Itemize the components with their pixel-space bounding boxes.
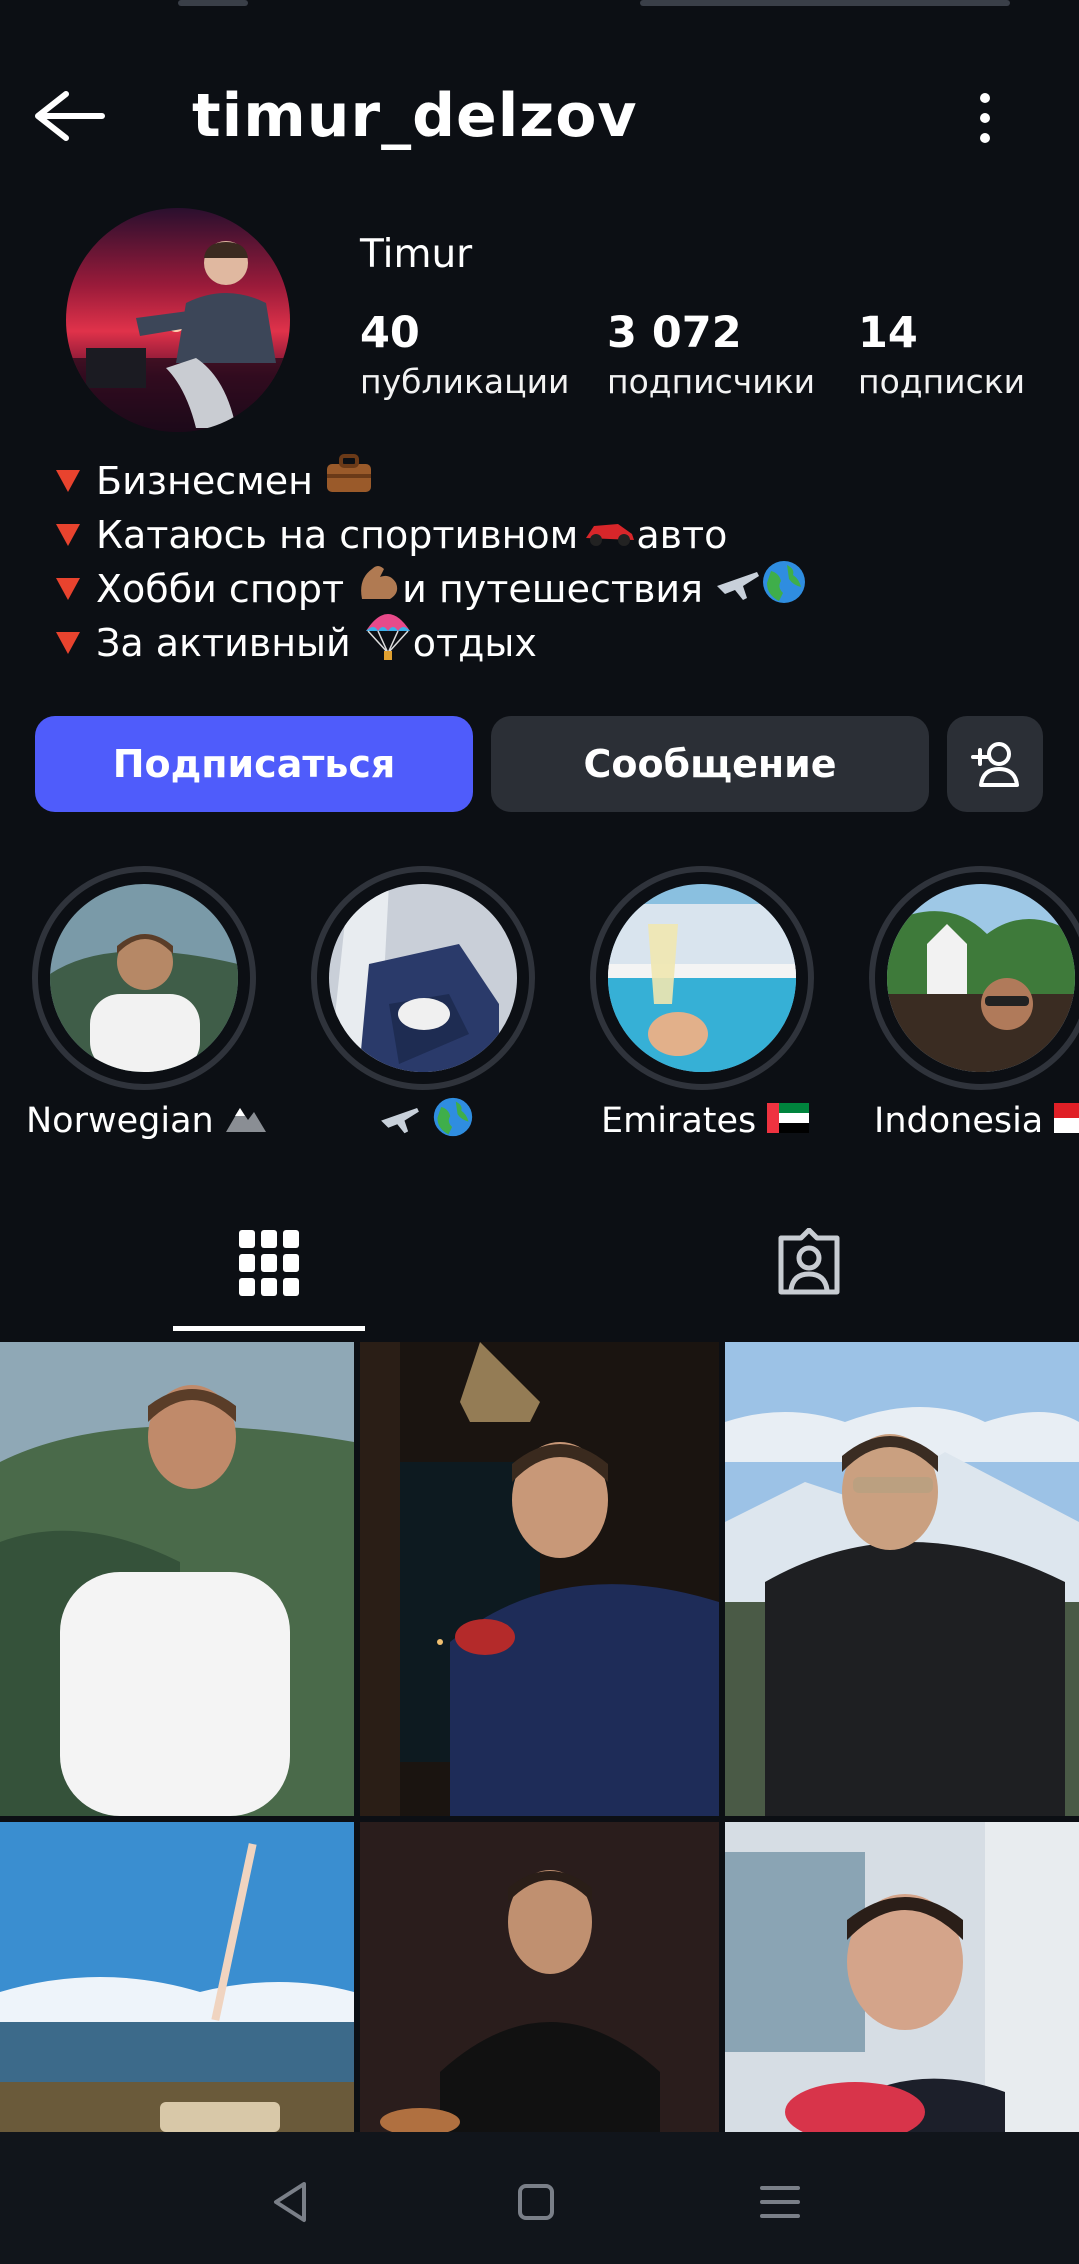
highlight-norwegian[interactable]: [32, 866, 256, 1096]
active-tab-indicator: [173, 1326, 365, 1331]
arrow-left-icon: [35, 91, 105, 141]
highlight-emirates[interactable]: [590, 866, 814, 1096]
post-thumbnail[interactable]: [0, 1822, 354, 2132]
post-thumbnail[interactable]: [360, 1822, 719, 2132]
profile-avatar[interactable]: [66, 208, 290, 432]
bio-line: Хобби спорт и путешествия: [56, 559, 807, 619]
stat-following-count: 14: [858, 308, 918, 358]
tab-posts-grid[interactable]: [173, 1200, 365, 1330]
highlight-label-indonesia: Indonesia: [874, 1096, 1079, 1147]
highlight-indonesia[interactable]: [869, 866, 1079, 1096]
square-home-icon: [518, 2184, 554, 2220]
more-vertical-icon: [980, 93, 990, 143]
post-thumbnail[interactable]: [0, 1342, 354, 1816]
stat-followers-label: подписчики: [607, 362, 816, 401]
red-triangle-icon: [56, 470, 80, 492]
stat-posts-count: 40: [360, 308, 420, 358]
stat-posts-label: публикации: [360, 362, 570, 401]
airplane-icon: [715, 562, 761, 616]
stat-followers[interactable]: 3 072 подписчики: [607, 306, 815, 404]
stat-followers-count: 3 072: [607, 308, 742, 358]
highlight-cover: [608, 884, 796, 1072]
stat-following[interactable]: 14 подписки: [858, 306, 1025, 404]
grid-icon: [239, 1230, 299, 1296]
highlight-cover: [329, 884, 517, 1072]
post-thumbnail[interactable]: [725, 1342, 1079, 1816]
nav-home-button[interactable]: [506, 2172, 566, 2232]
profile-header: timur_delzov: [0, 60, 1079, 170]
bio-text: Бизнесмен: [96, 459, 313, 503]
globe-icon: [432, 1096, 474, 1152]
stat-posts[interactable]: 40 публикации: [360, 306, 570, 404]
airplane-icon: [379, 1099, 421, 1149]
system-nav-bar: [0, 2132, 1079, 2264]
tab-tagged[interactable]: [713, 1200, 905, 1330]
highlight-cover: [887, 884, 1075, 1072]
posts-grid: [0, 1342, 1079, 2132]
add-person-icon: [971, 742, 1019, 787]
bio-text: отдых: [412, 621, 537, 665]
bio-text: За активный: [96, 621, 351, 665]
triangle-back-icon: [274, 2182, 306, 2222]
back-button[interactable]: [30, 88, 110, 144]
message-button[interactable]: Сообщение: [491, 716, 929, 812]
highlight-travel[interactable]: [311, 866, 535, 1096]
red-triangle-icon: [56, 578, 80, 600]
tagged-person-icon: [778, 1228, 840, 1295]
follow-button[interactable]: Подписаться: [35, 716, 473, 812]
globe-icon: [761, 559, 807, 619]
suggest-users-button[interactable]: [947, 716, 1043, 812]
profile-display-name: Timur: [360, 232, 473, 277]
profile-bio: Бизнесмен Катаюсь на спортивном авто Хоб…: [56, 454, 807, 670]
bio-text: Хобби спорт: [96, 567, 345, 611]
red-triangle-icon: [56, 524, 80, 546]
menu-lines-icon: [760, 2186, 800, 2218]
bio-text: Катаюсь на спортивном: [96, 513, 579, 557]
post-thumbnail[interactable]: [725, 1822, 1079, 2132]
mountain-icon: [225, 1097, 267, 1147]
indonesia-flag-icon: [1054, 1097, 1079, 1147]
status-bar: [0, 0, 1079, 40]
race-car-icon: [584, 508, 636, 562]
bio-text: и путешествия: [402, 567, 703, 611]
red-triangle-icon: [56, 632, 80, 654]
briefcase-icon: [325, 452, 373, 510]
nav-back-button[interactable]: [262, 2172, 322, 2232]
highlight-label-emirates: Emirates: [601, 1096, 810, 1147]
bio-text: авто: [636, 513, 728, 557]
uae-flag-icon: [767, 1097, 810, 1147]
flexed-biceps-icon: [356, 559, 402, 619]
highlight-label-norwegian: Norwegian: [26, 1096, 267, 1147]
parachute-icon: [363, 611, 413, 675]
bio-line: За активный отдых: [56, 614, 807, 670]
stat-following-label: подписки: [858, 362, 1026, 401]
highlight-label-travel: [379, 1096, 474, 1152]
post-thumbnail[interactable]: [360, 1342, 719, 1816]
nav-menu-button[interactable]: [750, 2172, 810, 2232]
highlight-cover: [50, 884, 238, 1072]
profile-username: timur_delzov: [192, 81, 638, 151]
bio-line: Бизнесмен: [56, 454, 807, 508]
bio-line: Катаюсь на спортивном авто: [56, 508, 807, 562]
more-options-button[interactable]: [960, 88, 1010, 148]
